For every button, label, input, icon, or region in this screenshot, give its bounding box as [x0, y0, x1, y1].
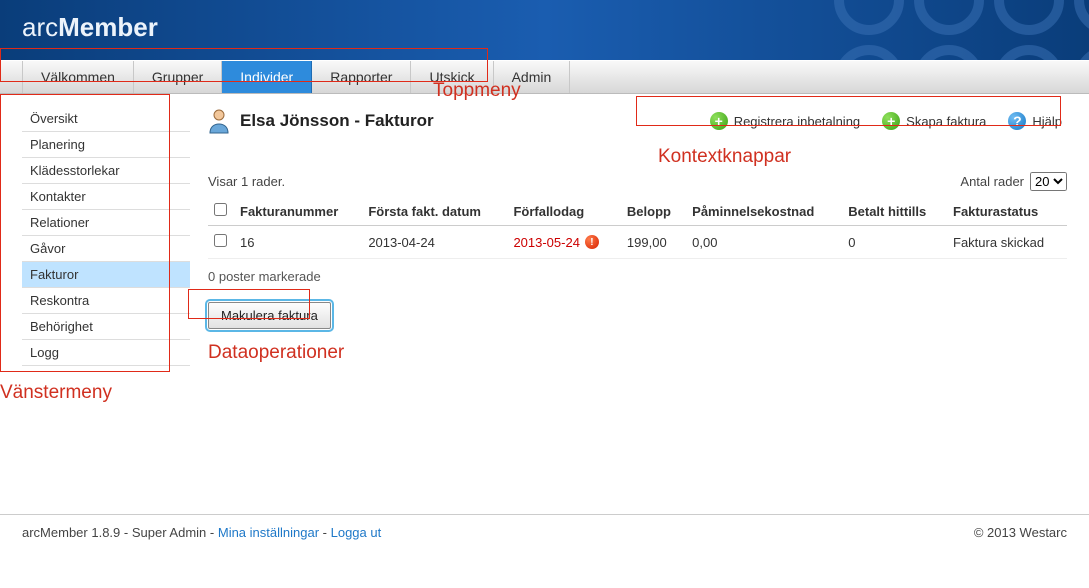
add-icon: + [882, 112, 900, 130]
selected-count: 0 poster markerade [208, 269, 1067, 284]
help-label: Hjälp [1032, 114, 1062, 129]
topmenu-item[interactable]: Admin [494, 61, 571, 93]
th-first-date[interactable]: Första fakt. datum [362, 197, 507, 226]
main-content: Elsa Jönsson - Fakturor + Registrera inb… [208, 106, 1067, 474]
footer-left: arcMember 1.8.9 - Super Admin - Mina ins… [22, 525, 381, 540]
context-buttons: + Registrera inbetalning + Skapa faktura… [705, 109, 1067, 133]
cell-reminder-cost: 0,00 [686, 226, 842, 259]
app-header: arcMember [0, 0, 1089, 60]
register-payment-label: Registrera inbetalning [734, 114, 860, 129]
title-bar: Elsa Jönsson - Fakturor + Registrera inb… [208, 108, 1067, 134]
annotation-context: Kontextknappar [658, 146, 791, 168]
topmenu-item[interactable]: Rapporter [312, 61, 411, 93]
brand-bold: Member [58, 12, 158, 42]
sidebar-item[interactable]: Fakturor [22, 262, 190, 288]
table-row: 162013-04-242013-05-24!199,000,000Faktur… [208, 226, 1067, 259]
footer-role: Super Admin [132, 525, 206, 540]
brand-pre: arc [22, 12, 58, 42]
sidebar: ÖversiktPlaneringKlädesstorlekarKontakte… [22, 106, 190, 474]
rows-per-page-select[interactable]: 20 [1030, 172, 1067, 191]
select-all-checkbox[interactable] [214, 203, 227, 216]
rows-per-page: Antal rader 20 [960, 172, 1067, 191]
help-button[interactable]: ? Hjälp [1008, 112, 1062, 130]
cancel-invoice-button[interactable]: Makulera faktura [208, 302, 331, 329]
cell-due-date: 2013-05-24! [507, 226, 620, 259]
cell-first-date: 2013-04-24 [362, 226, 507, 259]
user-icon [208, 108, 230, 134]
help-icon: ? [1008, 112, 1026, 130]
cell-paid: 0 [842, 226, 947, 259]
top-menu: VälkommenGrupperIndividerRapporterUtskic… [0, 60, 1089, 94]
th-due-date[interactable]: Förfallodag [507, 197, 620, 226]
footer: arcMember 1.8.9 - Super Admin - Mina ins… [0, 515, 1089, 556]
th-paid[interactable]: Betalt hittills [842, 197, 947, 226]
warning-icon: ! [585, 235, 599, 249]
sidebar-item[interactable]: Logg [22, 340, 190, 366]
logout-link[interactable]: Logga ut [331, 525, 382, 540]
footer-copyright: © 2013 Westarc [974, 525, 1067, 540]
th-amount[interactable]: Belopp [621, 197, 686, 226]
my-settings-link[interactable]: Mina inställningar [218, 525, 319, 540]
rows-per-page-label: Antal rader [960, 174, 1024, 189]
sidebar-item[interactable]: Reskontra [22, 288, 190, 314]
sidebar-item[interactable]: Relationer [22, 210, 190, 236]
annotation-dataops: Dataoperationer [208, 342, 344, 364]
sidebar-item[interactable]: Översikt [22, 106, 190, 132]
sidebar-item[interactable]: Gåvor [22, 236, 190, 262]
topmenu-item[interactable]: Utskick [411, 61, 493, 93]
row-checkbox[interactable] [214, 234, 227, 247]
topmenu-item[interactable]: Grupper [134, 61, 222, 93]
brand-logo: arcMember [0, 0, 1089, 43]
topmenu-item[interactable]: Individer [222, 61, 312, 93]
rows-meta: Visar 1 rader. Antal rader 20 [208, 172, 1067, 191]
register-payment-button[interactable]: + Registrera inbetalning [710, 112, 860, 130]
topmenu-item[interactable]: Välkommen [22, 61, 134, 93]
cell-amount: 199,00 [621, 226, 686, 259]
footer-app: arcMember 1.8.9 [22, 525, 120, 540]
th-reminder-cost[interactable]: Påminnelsekostnad [686, 197, 842, 226]
invoice-table: Fakturanummer Första fakt. datum Förfall… [208, 197, 1067, 259]
sidebar-item[interactable]: Behörighet [22, 314, 190, 340]
rows-info: Visar 1 rader. [208, 174, 285, 189]
cell-invoice-no: 16 [234, 226, 362, 259]
sidebar-item[interactable]: Klädesstorlekar [22, 158, 190, 184]
th-invoice-no[interactable]: Fakturanummer [234, 197, 362, 226]
page-title: Elsa Jönsson - Fakturor [240, 111, 434, 131]
cell-status: Faktura skickad [947, 226, 1067, 259]
sidebar-item[interactable]: Planering [22, 132, 190, 158]
add-icon: + [710, 112, 728, 130]
sidebar-item[interactable]: Kontakter [22, 184, 190, 210]
create-invoice-button[interactable]: + Skapa faktura [882, 112, 986, 130]
table-header-row: Fakturanummer Första fakt. datum Förfall… [208, 197, 1067, 226]
th-status[interactable]: Fakturastatus [947, 197, 1067, 226]
create-invoice-label: Skapa faktura [906, 114, 986, 129]
